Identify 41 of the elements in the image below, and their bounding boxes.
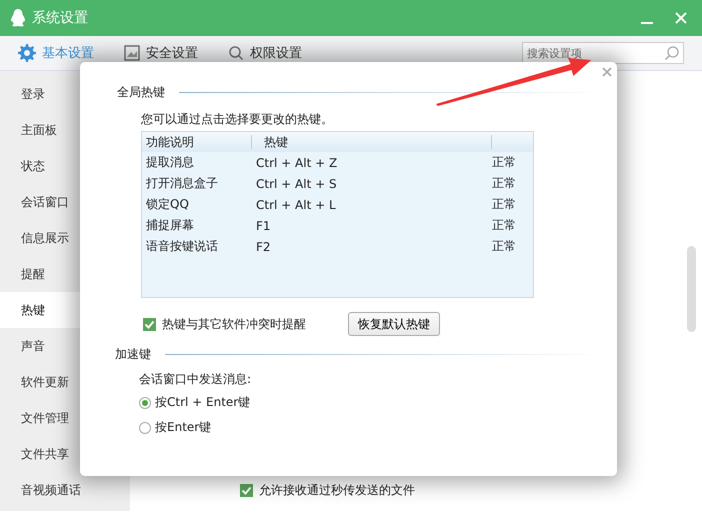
settings-tab[interactable]: 权限设置: [228, 44, 302, 62]
restore-button[interactable]: 恢复默认热键: [348, 312, 440, 336]
table-cell-text: 锁定QQ: [145, 196, 190, 213]
table-cell-text: 打开消息盒子: [145, 175, 219, 192]
table-cell-text: 正常: [492, 196, 517, 213]
gear-icon: [18, 44, 36, 62]
column-header: 功能说明: [142, 135, 252, 149]
checkbox-label: 允许接收通过秒传发送的文件: [259, 482, 415, 499]
table-cell-text: Ctrl + Alt + L: [255, 198, 337, 212]
search-icon: [228, 45, 244, 61]
search-icon: [664, 45, 680, 61]
prompt-text: 会话窗口中发送消息:: [139, 371, 252, 388]
scrollbar-thumb[interactable]: [687, 246, 696, 332]
table-cell-text: 提取消息: [145, 154, 195, 171]
close-icon: [674, 11, 688, 25]
window-title: 系统设置: [32, 9, 89, 27]
table-cell-text: 正常: [492, 154, 517, 171]
close-button[interactable]: [601, 66, 613, 78]
checkbox[interactable]: [143, 318, 156, 330]
column-header: 热键: [252, 135, 492, 149]
settings-tab[interactable]: 安全设置: [124, 44, 198, 62]
radio-button[interactable]: [139, 396, 151, 408]
radio-button[interactable]: [139, 422, 151, 434]
radio-label: 按Ctrl + Enter键: [155, 394, 250, 411]
picture-frame-icon: [124, 45, 140, 61]
table-cell-text: Ctrl + Alt + Z: [255, 156, 338, 170]
table-cell-text: 语音按键说话: [145, 238, 219, 255]
table-cell-text: 正常: [492, 238, 517, 255]
table-cell-text: F1: [255, 218, 272, 232]
minimize-icon: [641, 22, 653, 24]
table-cell-text: 正常: [492, 175, 517, 192]
hint-text: 您可以通过点击选择要更改的热键。: [141, 111, 334, 128]
checkbox[interactable]: [240, 484, 253, 497]
table-cell-text: 捕捉屏幕: [145, 217, 195, 234]
radio-label: 按Enter键: [155, 419, 212, 436]
penguin-icon: [10, 9, 26, 27]
table-cell-text: F2: [255, 240, 272, 254]
checkbox-label: 热键与其它软件冲突时提醒: [162, 316, 306, 332]
table-cell-text: 正常: [492, 217, 517, 234]
close-icon: [601, 66, 613, 78]
table-cell-text: Ctrl + Alt + S: [255, 176, 338, 190]
